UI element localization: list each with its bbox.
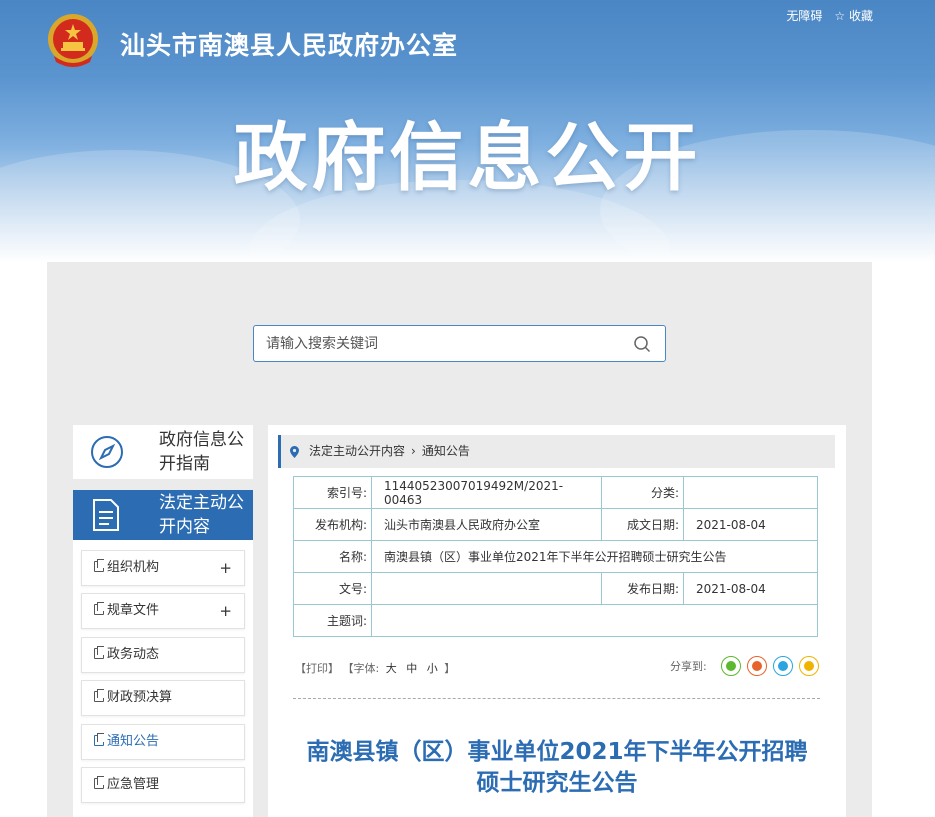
share-label: 分享到: [670, 660, 707, 673]
expand-icon[interactable]: + [219, 551, 232, 585]
article-title: 南澳县镇（区）事业单位2021年下半年公开招聘 硕士研究生公告 [268, 737, 846, 799]
divider [293, 698, 820, 699]
national-emblem-icon [48, 14, 98, 67]
copy-icon [94, 559, 104, 572]
sidebar-item-regulations[interactable]: 规章文件 + [81, 593, 245, 629]
copy-icon [94, 776, 104, 789]
sidebar-item-label: 财政预决算 [107, 690, 173, 705]
copy-icon [94, 733, 104, 746]
breadcrumb-level1[interactable]: 法定主动公开内容 [309, 444, 405, 458]
breadcrumb-level2[interactable]: 通知公告 [422, 444, 470, 458]
copy-icon [94, 602, 104, 615]
sidebar-item-label: 政务动态 [107, 647, 160, 662]
meta-key: 名称: [293, 540, 372, 573]
sidebar-list: 组织机构 + 规章文件 + 政务动态 财政预决算 通知公告 应急管理 [73, 540, 253, 817]
sidebar-guide[interactable]: 政府信息公开指南 [73, 425, 253, 479]
article-tools: 【打印】 【字体: 大 中 小 】 [295, 660, 455, 676]
header-banner: 汕头市南澳县人民政府办公室 无障碍 ☆ 收藏 政府信息公开 [0, 0, 935, 262]
weibo-icon[interactable] [746, 656, 767, 676]
search-box [253, 325, 666, 362]
location-pin-icon [290, 446, 299, 458]
article-title-line1: 南澳县镇（区）事业单位2021年下半年公开招聘 [306, 739, 808, 765]
sidebar-item-news[interactable]: 政务动态 [81, 637, 245, 673]
accessibility-link[interactable]: 无障碍 [786, 7, 822, 24]
share-bar: 分享到: [670, 656, 819, 676]
sidebar-item-notices[interactable]: 通知公告 [81, 724, 245, 760]
font-size-end: 】 [444, 662, 456, 675]
search-input[interactable] [254, 326, 614, 361]
table-row: 文号: 发布日期: 2021-08-04 [293, 572, 818, 605]
qzone-icon[interactable] [798, 656, 819, 676]
meta-key: 文号: [293, 572, 372, 605]
article-title-line2: 硕士研究生公告 [476, 770, 638, 796]
sidebar-active-section[interactable]: 法定主动公开内容 [73, 490, 253, 540]
expand-icon[interactable]: + [219, 594, 232, 628]
meta-key: 成文日期: [601, 508, 684, 541]
table-row: 索引号: 11440523007019492M/2021-00463 分类: [293, 476, 818, 509]
meta-value: 2021-08-04 [683, 508, 818, 541]
sidebar-item-label: 组织机构 [107, 560, 160, 575]
document-meta-table: 索引号: 11440523007019492M/2021-00463 分类: 发… [293, 476, 818, 637]
meta-value: 南澳县镇（区）事业单位2021年下半年公开招聘硕士研究生公告 [371, 540, 818, 573]
top-links: 无障碍 ☆ 收藏 [786, 7, 873, 24]
table-row: 发布机构: 汕头市南澳县人民政府办公室 成文日期: 2021-08-04 [293, 508, 818, 541]
meta-value [371, 604, 818, 637]
meta-value: 11440523007019492M/2021-00463 [371, 476, 602, 509]
favorite-label: 收藏 [848, 9, 873, 23]
meta-key: 发布日期: [601, 572, 684, 605]
meta-key: 索引号: [293, 476, 372, 509]
search-icon[interactable] [633, 335, 651, 353]
copy-icon [94, 646, 104, 659]
document-icon [93, 499, 119, 531]
compass-icon [91, 436, 123, 468]
meta-key: 分类: [601, 476, 684, 509]
sidebar-item-emergency[interactable]: 应急管理 [81, 767, 245, 803]
sidebar-active-label: 法定主动公开内容 [159, 493, 244, 537]
meta-key: 发布机构: [293, 508, 372, 541]
banner-title: 政府信息公开 [233, 115, 702, 201]
sidebar-item-organization[interactable]: 组织机构 + [81, 550, 245, 586]
site-name[interactable]: 汕头市南澳县人民政府办公室 [120, 26, 458, 62]
chevron-right-icon: › [411, 444, 416, 458]
star-icon: ☆ [834, 9, 846, 23]
favorite-link[interactable]: ☆ 收藏 [834, 7, 873, 24]
sidebar-item-label: 通知公告 [107, 734, 160, 749]
qq-icon[interactable] [772, 656, 793, 676]
meta-value [371, 572, 602, 605]
meta-key: 主题词: [293, 604, 372, 637]
print-button[interactable]: 【打印】 [295, 662, 339, 675]
sidebar-guide-label: 政府信息公开指南 [159, 430, 244, 474]
meta-value [683, 476, 818, 509]
sidebar-item-label: 应急管理 [107, 777, 160, 792]
sidebar-item-budget[interactable]: 财政预决算 [81, 680, 245, 716]
table-row: 名称: 南澳县镇（区）事业单位2021年下半年公开招聘硕士研究生公告 [293, 540, 818, 573]
meta-value: 2021-08-04 [683, 572, 818, 605]
breadcrumb: 法定主动公开内容 › 通知公告 [278, 435, 835, 468]
meta-value: 汕头市南澳县人民政府办公室 [371, 508, 602, 541]
wechat-icon[interactable] [720, 656, 741, 676]
font-large-button[interactable]: 大 [386, 662, 397, 675]
copy-icon [94, 689, 104, 702]
font-size-label: 【字体: [342, 662, 380, 675]
font-medium-button[interactable]: 中 [406, 662, 417, 675]
sidebar-item-label: 规章文件 [107, 603, 160, 618]
font-small-button[interactable]: 小 [427, 662, 438, 675]
table-row: 主题词: [293, 604, 818, 637]
